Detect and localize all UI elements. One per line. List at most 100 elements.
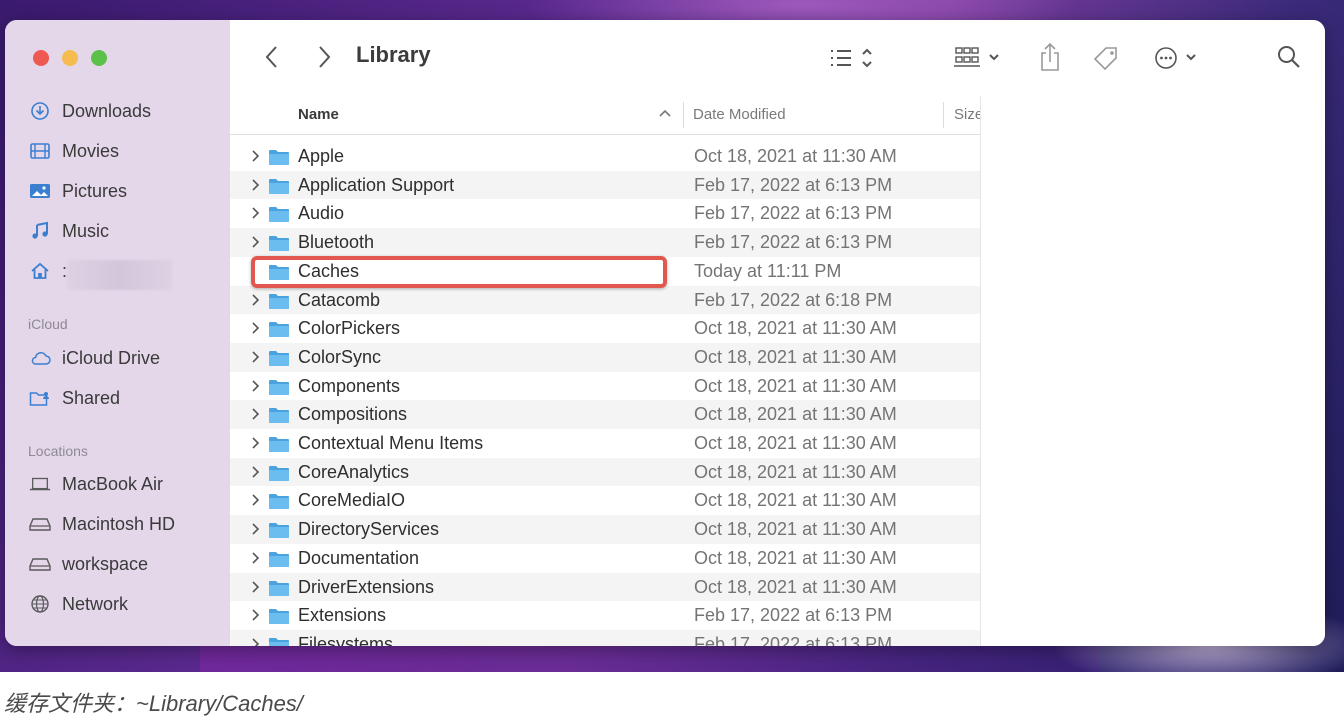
- disclosure-chevron-icon[interactable]: [250, 177, 262, 193]
- grid-icon: [954, 47, 999, 67]
- more-actions-button[interactable]: [1150, 44, 1206, 72]
- disclosure-chevron-icon[interactable]: [250, 320, 262, 336]
- column-separator[interactable]: [943, 102, 944, 128]
- globe-icon: [29, 593, 51, 615]
- file-name: Apple: [298, 146, 345, 166]
- sidebar-item-home[interactable]: :: [29, 258, 67, 284]
- disclosure-chevron-icon[interactable]: [250, 378, 262, 394]
- disclosure-chevron-icon[interactable]: [250, 435, 262, 451]
- list-item[interactable]: ColorSync Oct 18, 2021 at 11:30 AM: [230, 342, 980, 372]
- sidebar: Downloads Movies Pictures Music : iCloud…: [5, 20, 230, 646]
- list-item[interactable]: Filesystems Feb 17, 2022 at 6:13 PM: [230, 629, 980, 646]
- file-date-modified: Oct 18, 2021 at 11:30 AM: [694, 375, 897, 396]
- sort-ascending-icon[interactable]: [658, 108, 672, 118]
- file-name: Extensions: [298, 605, 387, 626]
- sidebar-item-downloads[interactable]: Downloads: [29, 98, 151, 124]
- list-item[interactable]: Bluetooth Feb 17, 2022 at 6:13 PM: [230, 228, 980, 257]
- file-name: DriverExtensions: [298, 576, 435, 597]
- sidebar-item-pictures[interactable]: Pictures: [29, 178, 127, 204]
- tag-button[interactable]: [1090, 44, 1122, 74]
- search-button[interactable]: [1274, 42, 1304, 72]
- laptop-icon: [29, 473, 51, 495]
- minimize-window-button[interactable]: [62, 50, 78, 66]
- toolbar: Library: [230, 20, 1325, 97]
- sidebar-item-network[interactable]: Network: [29, 591, 128, 617]
- file-date-modified: Feb 17, 2022 at 6:13 PM: [694, 633, 893, 646]
- list-item[interactable]: Components Oct 18, 2021 at 11:30 AM: [230, 372, 980, 401]
- disclosure-chevron-icon[interactable]: [250, 234, 262, 250]
- list-item[interactable]: Contextual Menu Items Oct 18, 2021 at 11:…: [230, 429, 980, 458]
- list-item[interactable]: Extensions Feb 17, 2022 at 6:13 PM: [230, 601, 980, 630]
- disclosure-chevron-icon[interactable]: [250, 292, 262, 308]
- sidebar-item-music[interactable]: Music: [29, 218, 109, 244]
- list-item[interactable]: ColorPickers Oct 18, 2021 at 11:30 AM: [230, 314, 980, 343]
- list-item[interactable]: Audio Feb 17, 2022 at 6:13 PM: [230, 199, 980, 228]
- music-note-icon: [29, 220, 51, 242]
- folder-icon: [269, 293, 289, 309]
- list-item[interactable]: Apple Oct 18, 2021 at 11:30 AM: [230, 142, 980, 171]
- highlight-box-caches: [251, 256, 667, 288]
- close-window-button[interactable]: [33, 50, 49, 66]
- sidebar-item-label: Macintosh HD: [62, 513, 176, 534]
- shared-folder-icon: [29, 387, 51, 409]
- list-item[interactable]: Documentation Oct 18, 2021 at 11:30 AM: [230, 544, 980, 573]
- file-list: Apple Oct 18, 2021 at 11:30 AM Application…: [230, 142, 980, 646]
- folder-icon: [269, 178, 289, 194]
- zoom-window-button[interactable]: [91, 50, 107, 66]
- disclosure-chevron-icon[interactable]: [250, 579, 262, 595]
- empty-pane: [980, 96, 1325, 646]
- file-date-modified: Oct 18, 2021 at 11:30 AM: [694, 318, 897, 339]
- column-name[interactable]: Name: [298, 106, 339, 123]
- view-mode-button[interactable]: [824, 44, 880, 72]
- sidebar-item-label: iCloud Drive: [62, 347, 161, 368]
- disclosure-chevron-icon[interactable]: [250, 636, 262, 646]
- disclosure-chevron-icon[interactable]: [250, 550, 262, 566]
- disclosure-chevron-icon[interactable]: [250, 148, 262, 164]
- list-item[interactable]: DriverExtensions Oct 18, 2021 at 11:30 AM: [230, 572, 980, 602]
- forward-button[interactable]: [312, 42, 336, 72]
- sidebar-item-movies[interactable]: Movies: [29, 138, 119, 164]
- list-item[interactable]: DirectoryServices Oct 18, 2021 at 11:30 A…: [230, 515, 980, 544]
- column-date-modified[interactable]: Date Modified: [693, 106, 786, 123]
- file-date-modified: Today at 11:11 PM: [694, 260, 842, 281]
- group-button[interactable]: [952, 44, 1008, 72]
- finder-window: Downloads Movies Pictures Music : iCloud…: [5, 20, 1325, 646]
- list-item[interactable]: Application Support Feb 17, 2022 at 6:13 …: [230, 170, 980, 200]
- folder-icon: [269, 437, 289, 452]
- folder-icon: [269, 494, 289, 510]
- window-title: Library: [356, 42, 431, 67]
- list-item[interactable]: Catacomb Feb 17, 2022 at 6:18 PM: [230, 285, 980, 315]
- sidebar-item-shared[interactable]: Shared: [29, 385, 120, 411]
- file-date-modified: Oct 18, 2021 at 11:30 AM: [694, 461, 897, 482]
- sidebar-item-icloud-drive[interactable]: iCloud Drive: [29, 345, 160, 371]
- file-name: Filesystems: [298, 633, 394, 646]
- sidebar-item-label: Movies: [62, 140, 120, 161]
- disclosure-chevron-icon[interactable]: [250, 521, 262, 537]
- file-name: Catacomb: [298, 289, 381, 310]
- list-item[interactable]: CoreMediaIO Oct 18, 2021 at 11:30 AM: [230, 486, 980, 515]
- share-button[interactable]: [1036, 40, 1064, 74]
- file-date-modified: Feb 17, 2022 at 6:18 PM: [694, 289, 893, 310]
- disclosure-chevron-icon[interactable]: [250, 492, 262, 508]
- sidebar-item-workspace[interactable]: workspace: [29, 551, 148, 577]
- disclosure-chevron-icon[interactable]: [250, 607, 262, 623]
- file-date-modified: Feb 17, 2022 at 6:13 PM: [694, 605, 893, 626]
- column-size[interactable]: Size: [954, 106, 980, 123]
- back-button[interactable]: [260, 42, 284, 72]
- sidebar-item-macintosh-hd[interactable]: Macintosh HD: [29, 511, 175, 537]
- search-icon: [1278, 46, 1300, 68]
- file-name: CoreMediaIO: [298, 490, 406, 511]
- file-date-modified: Oct 18, 2021 at 11:30 AM: [694, 346, 897, 367]
- list-item[interactable]: Compositions Oct 18, 2021 at 11:30 AM: [230, 400, 980, 429]
- list-item[interactable]: CoreAnalytics Oct 18, 2021 at 11:30 AM: [230, 457, 980, 487]
- file-name: ColorSync: [298, 346, 382, 367]
- file-date-modified: Oct 18, 2021 at 11:30 AM: [694, 547, 897, 568]
- file-name: Contextual Menu Items: [298, 433, 484, 453]
- disclosure-chevron-icon[interactable]: [250, 349, 262, 365]
- sidebar-item-macbook-air[interactable]: MacBook Air: [29, 471, 163, 497]
- disclosure-chevron-icon[interactable]: [250, 464, 262, 480]
- sidebar-heading-locations: Locations: [28, 443, 88, 459]
- disclosure-chevron-icon[interactable]: [250, 406, 262, 422]
- column-separator[interactable]: [683, 102, 684, 128]
- disclosure-chevron-icon[interactable]: [250, 205, 262, 221]
